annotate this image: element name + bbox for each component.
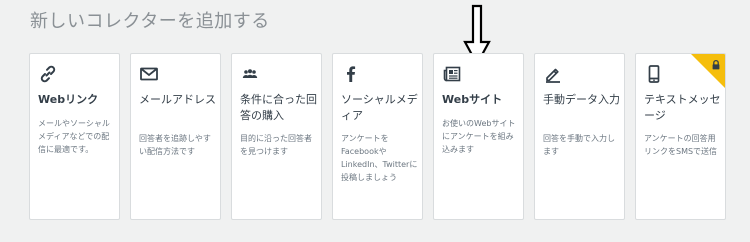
- link-icon: [38, 64, 58, 84]
- card-title: メールアドレス: [139, 93, 216, 106]
- envelope-icon: [139, 64, 159, 84]
- collector-card-sms[interactable]: テキストメッセージ アンケートの回答用リンクをSMSで送信: [635, 53, 726, 220]
- collector-card-manual[interactable]: 手動データ入力 回答を手動で入力します: [534, 53, 625, 220]
- card-description: 回答者を追跡しやすい配信方法です: [139, 134, 211, 156]
- collector-card-social[interactable]: ソーシャルメディア アンケートをFacebookやLinkedIn、Twitte…: [332, 53, 423, 220]
- card-title: 条件に合った回答の購入: [240, 93, 317, 122]
- card-title: ソーシャルメディア: [341, 93, 418, 122]
- card-description: アンケートをFacebookやLinkedIn、Twitterに投稿しましょう: [341, 134, 418, 182]
- pencil-icon: [543, 64, 563, 84]
- collector-card-panel[interactable]: 条件に合った回答の購入 目的に沿った回答者を見つけます: [231, 53, 322, 220]
- collector-card-weblink[interactable]: Webリンク メールやソーシャルメディアなどでの配信に最適です。: [29, 53, 120, 220]
- card-title: テキストメッセージ: [644, 93, 721, 122]
- group-icon: [240, 64, 260, 84]
- lock-icon: [710, 56, 722, 70]
- card-description: アンケートの回答用リンクをSMSで送信: [644, 134, 718, 156]
- card-title: 手動データ入力: [543, 93, 620, 106]
- newspaper-icon: [442, 64, 462, 84]
- card-description: お使いのWebサイトにアンケートを組み込みます: [442, 119, 516, 154]
- facebook-icon: [341, 64, 361, 84]
- card-description: メールやソーシャルメディアなどでの配信に最適です。: [38, 119, 110, 154]
- collector-card-website[interactable]: Webサイト お使いのWebサイトにアンケートを組み込みます: [433, 53, 524, 220]
- mobile-phone-icon: [644, 64, 664, 84]
- collector-card-email[interactable]: メールアドレス 回答者を追跡しやすい配信方法です: [130, 53, 221, 220]
- card-title: Webリンク: [38, 93, 99, 106]
- card-title: Webサイト: [442, 93, 503, 106]
- card-description: 回答を手動で入力します: [543, 134, 615, 156]
- card-description: 目的に沿った回答者を見つけます: [240, 134, 312, 156]
- page-title: 新しいコレクターを追加する: [30, 11, 270, 32]
